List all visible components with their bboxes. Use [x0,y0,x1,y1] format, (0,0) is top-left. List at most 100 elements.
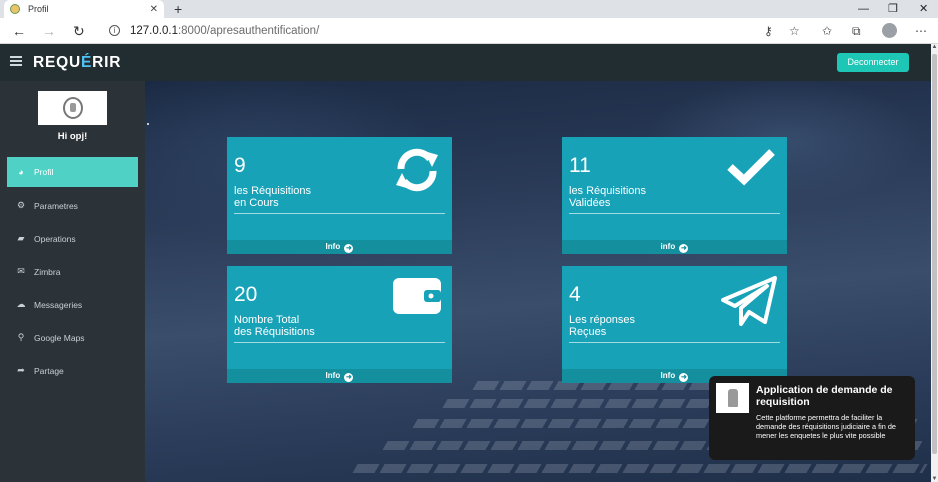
notification-title: Application de demande de requisition [756,384,893,408]
star-icon[interactable]: ☆ [789,23,800,39]
card-info-label: Info [325,371,341,380]
minimize-icon[interactable]: — [858,1,869,17]
share-icon: ➦ [17,365,25,375]
arrow-circle-right-icon: ➜ [679,244,689,253]
menu-toggle-icon[interactable] [10,56,22,66]
stat-card-validees: 11 les Réquisitions Validées info ➜ [562,137,787,254]
stat-label: Nombre Total des Réquisitions [234,314,374,338]
favorites-icon[interactable]: ✩ [822,23,832,39]
stat-label: les Réquisitions Validées [569,185,709,209]
card-divider [569,342,780,343]
sidebar-item-partage[interactable]: ➦ Partage [7,354,138,387]
browser-tab[interactable]: Profil ✕ [4,0,164,18]
sidebar-item-label: Messageries [34,299,83,310]
dashboard-icon: ◕ [18,167,24,177]
restore-icon[interactable]: ❐ [888,1,898,17]
arrow-circle-right-icon: ➜ [344,244,354,253]
stat-label-line1: les Réquisitions [569,185,647,197]
url-host: 127.0.0.1 [130,25,178,37]
brand-text-start: REQU [33,54,81,71]
card-divider [569,213,780,214]
refresh-icon [396,148,438,192]
stat-label-line2: en Cours [234,197,279,209]
sidebar-item-parametres[interactable]: ⚙ Parametres [7,189,138,222]
stat-label-line2: Reçues [569,326,607,338]
user-logo [38,91,107,125]
notification-app-icon [716,383,749,413]
forward-button[interactable]: → [42,21,56,41]
sidebar-item-label: Zimbra [34,266,61,277]
sidebar-item-operations[interactable]: ▰ Operations [7,222,138,255]
card-info-link[interactable]: info ➜ [562,240,787,254]
scroll-up-icon[interactable]: ▲ [931,44,938,50]
paper-plane-icon [721,276,777,326]
site-info-icon[interactable]: i [109,25,120,36]
sidebar-item-label: Partage [34,365,64,376]
sidebar-item-label: Operations [34,233,76,244]
tab-title: Profil [28,4,49,14]
page-scrollbar[interactable]: ▲ ▼ [931,44,938,482]
stat-count: 4 [569,283,581,306]
card-divider [234,213,445,214]
brand-text-accent: É [80,54,93,71]
sidebar: Hi opj! ◕ Profil ⚙ Parametres ▰ Operatio… [0,81,145,482]
stat-count: 20 [234,283,258,306]
logout-button[interactable]: Deconnecter [837,53,909,72]
stat-label-line1: les Réquisitions [234,185,312,197]
card-info-label: Info [660,371,676,380]
scrollbar-thumb[interactable] [932,54,937,454]
arrow-circle-right-icon: ➜ [679,373,689,382]
card-info-link[interactable]: Info ➜ [227,240,452,254]
back-button[interactable]: ← [12,21,26,41]
stat-label: les Réquisitions en Cours [234,185,374,209]
app-header: REQUÉRIR Deconnecter [0,44,931,81]
sidebar-item-zimbra[interactable]: ✉ Zimbra [7,255,138,288]
more-options-icon[interactable]: ⋯ [915,23,927,39]
arrow-circle-right-icon: ➜ [344,373,354,382]
card-info-label: info [660,242,676,251]
scroll-down-icon[interactable]: ▼ [931,476,938,482]
stat-label: Les réponses Reçues [569,314,709,338]
card-info-label: Info [325,242,341,251]
card-divider [234,342,445,343]
envelope-icon: ✉ [17,266,25,276]
sidebar-item-label: Parametres [34,200,78,211]
map-marker-icon: ⚲ [17,332,25,342]
sidebar-item-label: Google Maps [34,332,85,343]
profile-avatar[interactable] [882,23,897,38]
window-close-icon[interactable]: ✕ [919,1,928,17]
check-icon [727,149,775,186]
new-tab-button[interactable]: + [174,1,182,17]
stat-label-line1: Les réponses [569,314,636,326]
stat-count: 11 [569,154,591,177]
comments-icon: ☁ [16,299,26,309]
url-path: :8000/apresauthentification/ [177,25,320,37]
key-icon[interactable]: ⚷ [764,23,773,39]
stat-label-line2: des Réquisitions [234,326,315,338]
stat-count: 9 [234,154,246,177]
stat-card-en-cours: 9 les Réquisitions en Cours Info ➜ [227,137,452,254]
seal-logo-icon [62,97,83,119]
tab-close-icon[interactable]: ✕ [150,4,158,15]
app-brand[interactable]: REQUÉRIR [33,53,121,73]
cogs-icon: ⚙ [16,200,26,210]
collections-icon[interactable]: ⧉ [852,23,861,39]
book-icon: ▰ [17,233,25,243]
browser-toolbar: ← → ↻ i 127.0.0.1:8000/apresauthentifica… [0,18,938,44]
card-info-link[interactable]: Info ➜ [227,369,452,383]
browser-tab-bar: Profil ✕ + — ❐ ✕ [0,0,938,18]
stat-card-total: 20 Nombre Total des Réquisitions Info ➜ [227,266,452,383]
sidebar-item-google-maps[interactable]: ⚲ Google Maps [7,321,138,354]
decorative-dot [147,123,149,125]
site-favicon-icon [10,4,20,14]
user-greeting: Hi opj! [57,131,88,142]
notification-toast[interactable]: Application de demande de requisition Ce… [709,376,915,460]
seal-logo-icon [727,389,738,407]
sidebar-item-messageries[interactable]: ☁ Messageries [7,288,138,321]
stat-label-line1: Nombre Total [234,314,300,326]
sidebar-item-profil[interactable]: ◕ Profil [7,157,138,187]
notification-body: Cette platforme permettra de faciliter l… [756,413,896,440]
reload-button[interactable]: ↻ [73,21,85,41]
stat-card-reponses: 4 Les réponses Reçues Info ➜ [562,266,787,383]
address-bar[interactable]: 127.0.0.1:8000/apresauthentification/ [130,23,319,39]
